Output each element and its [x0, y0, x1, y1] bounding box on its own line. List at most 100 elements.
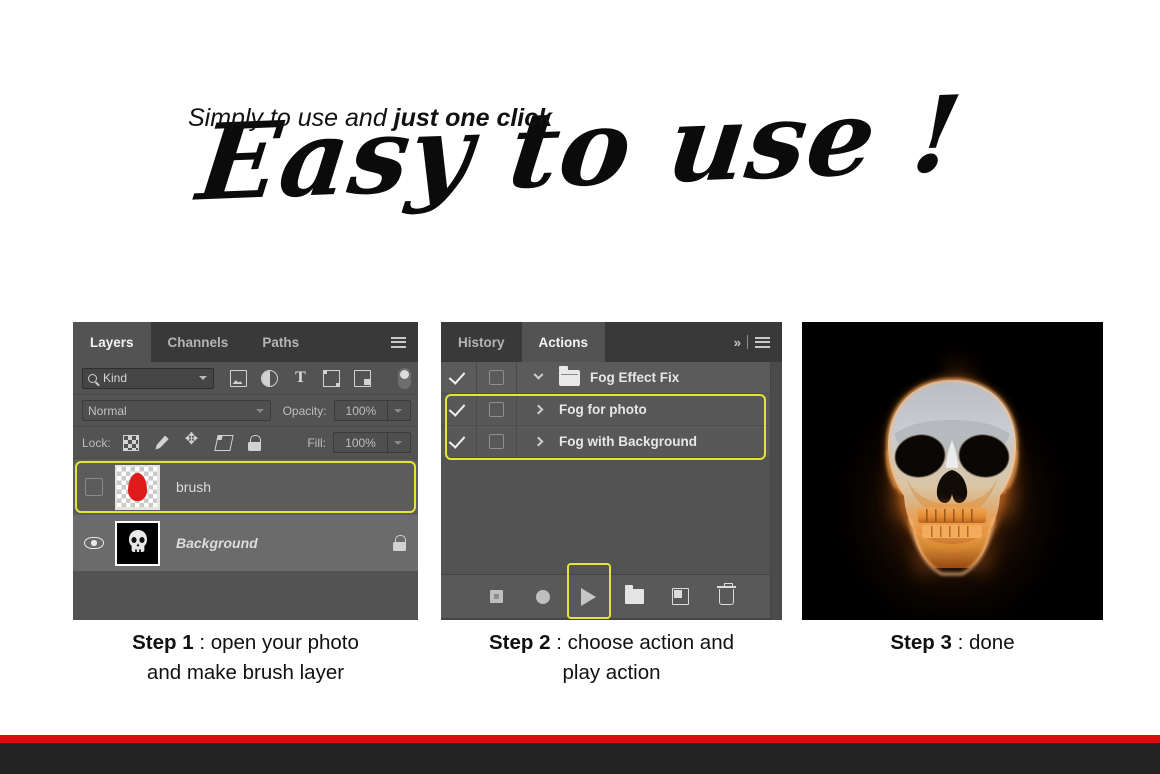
fill-value[interactable]: 100%	[333, 432, 387, 453]
lock-icon[interactable]	[392, 535, 408, 551]
type-filter-icon[interactable]: T	[292, 370, 309, 387]
actions-toolbar	[441, 574, 782, 618]
action-enabled-checkbox[interactable]	[441, 362, 477, 393]
opacity-stepper[interactable]	[387, 400, 411, 421]
record-icon	[536, 590, 550, 604]
lock-position-icon[interactable]	[185, 435, 201, 451]
skull-glyph-icon	[127, 529, 149, 557]
caption-step-2: Step 2 : choose action and play action	[441, 628, 782, 688]
tabbar-spacer	[605, 322, 728, 362]
layers-panel-menu[interactable]	[385, 322, 418, 362]
step-label: Step 3	[890, 631, 952, 654]
dialog-box-icon	[489, 370, 504, 385]
lock-transparent-pixels-icon[interactable]	[123, 435, 139, 451]
hero-subtitle-normal: Simply to use and	[188, 104, 394, 132]
check-icon	[449, 400, 466, 417]
stop-button[interactable]	[487, 587, 507, 607]
tab-paths[interactable]: Paths	[245, 322, 316, 362]
action-enabled-checkbox[interactable]	[441, 426, 477, 457]
check-icon	[449, 368, 466, 385]
filter-kind-label: Kind	[103, 371, 127, 385]
expand-toggle[interactable]	[517, 374, 559, 381]
record-button[interactable]	[533, 587, 553, 607]
layers-lock-row: Lock: Fill: 100%	[73, 427, 418, 459]
tab-layers[interactable]: Layers	[73, 322, 151, 362]
list-item[interactable]: Fog with Background	[441, 426, 782, 458]
action-dialog-toggle[interactable]	[477, 394, 517, 425]
selection-corner	[151, 557, 160, 566]
action-dialog-toggle[interactable]	[477, 426, 517, 457]
fill-group: Fill: 100%	[295, 432, 411, 453]
lock-all-icon[interactable]	[247, 435, 263, 451]
filter-kind-dropdown[interactable]: Kind	[82, 368, 214, 389]
actions-list: Fog Effect Fix Fog for photo Fog with Ba…	[441, 362, 782, 458]
hamburger-icon[interactable]	[391, 337, 406, 348]
caption-step-3: Step 3 : done	[802, 628, 1103, 658]
page-title: Easy to use !	[0, 74, 1160, 223]
tab-history[interactable]: History	[441, 322, 522, 362]
hero-subtitle: Simply to use and just one click	[0, 104, 1160, 133]
double-chevron-right-icon[interactable]: »	[734, 335, 740, 350]
action-name-fog-with-background[interactable]: Fog with Background	[559, 434, 697, 449]
tab-actions[interactable]: Actions	[522, 322, 606, 362]
smart-object-filter-icon[interactable]	[354, 370, 371, 387]
table-row[interactable]: Background	[73, 515, 418, 571]
filter-toggle-switch[interactable]	[398, 368, 411, 389]
skull-artwork-icon	[802, 322, 1103, 620]
layer-name-brush[interactable]: brush	[176, 479, 211, 495]
eye-off-icon	[85, 478, 103, 496]
divider	[747, 335, 748, 349]
list-item[interactable]: Fog Effect Fix	[441, 362, 782, 394]
magnifier-icon	[88, 374, 97, 383]
new-action-button[interactable]	[671, 587, 691, 607]
actions-tabbar: History Actions »	[441, 322, 782, 362]
expand-toggle[interactable]	[517, 438, 559, 445]
layer-name-background[interactable]: Background	[176, 535, 258, 551]
chevron-down-icon[interactable]	[199, 376, 207, 380]
expand-toggle[interactable]	[517, 406, 559, 413]
action-enabled-checkbox[interactable]	[441, 394, 477, 425]
dialog-box-icon	[489, 434, 504, 449]
new-set-button[interactable]	[625, 587, 645, 607]
caption-step-1: Step 1 : open your photo and make brush …	[73, 628, 418, 688]
hamburger-icon[interactable]	[755, 337, 770, 348]
check-icon	[449, 432, 466, 449]
chevron-down-icon	[533, 370, 543, 380]
list-item[interactable]: Fog for photo	[441, 394, 782, 426]
fiery-skull-image	[802, 322, 1103, 620]
action-name-fog-for-photo[interactable]: Fog for photo	[559, 402, 647, 417]
delete-button[interactable]	[717, 587, 737, 607]
chevron-down-icon[interactable]	[256, 409, 264, 413]
step-separator: :	[952, 631, 969, 654]
actions-empty-area	[441, 458, 782, 574]
step-text-line1: choose action and	[568, 631, 734, 654]
step-separator: :	[194, 631, 211, 654]
vertical-scrollbar[interactable]	[770, 362, 782, 620]
tabbar-spacer	[316, 322, 385, 362]
layers-filter-row: Kind T	[73, 362, 418, 395]
shape-filter-icon[interactable]	[323, 370, 340, 387]
trash-icon	[719, 589, 734, 605]
layer-visibility-toggle[interactable]	[73, 515, 115, 571]
selection-corner	[115, 557, 124, 566]
photoshop-actions-panel: History Actions » Fog Effect Fix	[441, 322, 782, 620]
blend-mode-dropdown[interactable]: Normal	[82, 400, 271, 421]
opacity-value[interactable]: 100%	[334, 400, 388, 421]
fill-stepper[interactable]	[387, 432, 411, 453]
adjustment-filter-icon[interactable]	[261, 370, 278, 387]
lock-image-pixels-icon[interactable]	[154, 435, 170, 451]
lock-artboard-icon[interactable]	[214, 435, 233, 451]
action-dialog-toggle[interactable]	[477, 362, 517, 393]
image-filter-icon[interactable]	[230, 370, 247, 387]
actions-footer	[441, 618, 782, 620]
layer-thumbnail-brush	[115, 465, 160, 510]
layers-blend-row: Normal Opacity: 100%	[73, 395, 418, 427]
action-set-name[interactable]: Fog Effect Fix	[590, 370, 679, 385]
tab-channels[interactable]: Channels	[151, 322, 246, 362]
fill-label: Fill:	[307, 436, 326, 450]
chevron-right-icon	[533, 405, 543, 415]
step-text-line1: open your photo	[211, 631, 359, 654]
table-row[interactable]: brush	[73, 459, 418, 515]
layer-visibility-toggle[interactable]	[73, 459, 115, 515]
steps-panels: Layers Channels Paths Kind T	[73, 322, 1103, 620]
